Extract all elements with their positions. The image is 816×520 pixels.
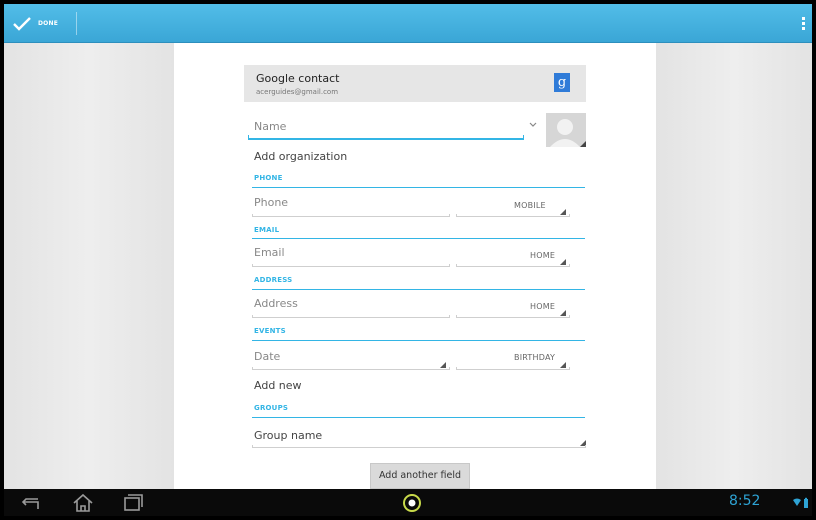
email-type-select[interactable]: HOME [530, 251, 555, 260]
clock: 8:52 [729, 493, 761, 509]
address-section-header: ADDRESS [254, 276, 293, 284]
event-date-underline [252, 367, 450, 370]
add-another-field-button[interactable]: Add another field [370, 463, 470, 489]
account-type: Google contact [256, 72, 340, 85]
phone-input[interactable]: Phone [254, 196, 288, 209]
system-bar: 8:52 [4, 489, 812, 516]
check-icon [13, 16, 31, 31]
app-launcher-icon[interactable] [401, 493, 423, 513]
group-name-underline [252, 445, 586, 448]
contact-editor: Google contact acerguides@gmail.com g Na… [174, 43, 656, 489]
event-date-dropdown-icon [440, 362, 446, 368]
event-date-input[interactable]: Date [254, 350, 280, 363]
groups-section-header: GROUPS [254, 404, 289, 412]
background-right [656, 43, 812, 489]
wifi-icon [793, 497, 808, 508]
address-input[interactable]: Address [254, 297, 298, 310]
group-name-select[interactable]: Group name [254, 429, 322, 442]
events-section-divider [252, 340, 585, 341]
phone-type-select[interactable]: MOBILE [514, 201, 546, 210]
chevron-down-icon[interactable] [528, 121, 538, 129]
overflow-menu-icon[interactable] [794, 4, 812, 43]
events-section-header: EVENTS [254, 327, 286, 335]
phone-type-dropdown-icon [560, 209, 566, 215]
email-type-dropdown-icon [560, 259, 566, 265]
address-section-divider [252, 289, 585, 290]
name-input[interactable]: Name [254, 120, 286, 133]
email-input-underline [252, 264, 450, 267]
email-type-underline [456, 264, 570, 267]
add-organization-link[interactable]: Add organization [254, 150, 347, 163]
groups-section-divider [252, 417, 585, 418]
address-type-underline [456, 315, 570, 318]
event-type-select[interactable]: BIRTHDAY [514, 353, 555, 362]
done-button[interactable]: DONE [4, 4, 76, 43]
address-type-dropdown-icon [560, 310, 566, 316]
google-plus-icon: g [554, 73, 570, 92]
account-email: acerguides@gmail.com [256, 88, 339, 96]
email-section-divider [252, 238, 585, 239]
phone-type-underline [456, 214, 570, 217]
phone-section-divider [252, 187, 585, 188]
account-header: Google contact acerguides@gmail.com g [244, 65, 586, 102]
background-left [4, 43, 174, 489]
recent-apps-icon[interactable] [120, 493, 146, 513]
contact-photo-icon[interactable] [546, 113, 586, 147]
add-new-event-link[interactable]: Add new [254, 379, 302, 392]
address-input-underline [252, 315, 450, 318]
name-input-underline [248, 135, 524, 140]
done-label: DONE [38, 20, 59, 27]
home-icon[interactable] [70, 493, 96, 513]
action-bar: DONE [4, 4, 812, 43]
phone-section-header: PHONE [254, 174, 283, 182]
email-input[interactable]: Email [254, 246, 285, 259]
address-type-select[interactable]: HOME [530, 302, 555, 311]
action-bar-divider [76, 12, 77, 35]
event-type-underline [456, 367, 570, 370]
phone-input-underline [252, 214, 450, 217]
event-type-dropdown-icon [560, 362, 566, 368]
back-icon[interactable] [18, 493, 44, 513]
email-section-header: EMAIL [254, 226, 280, 234]
screen: DONE Google contact acerguides@gmail.com… [4, 4, 812, 516]
